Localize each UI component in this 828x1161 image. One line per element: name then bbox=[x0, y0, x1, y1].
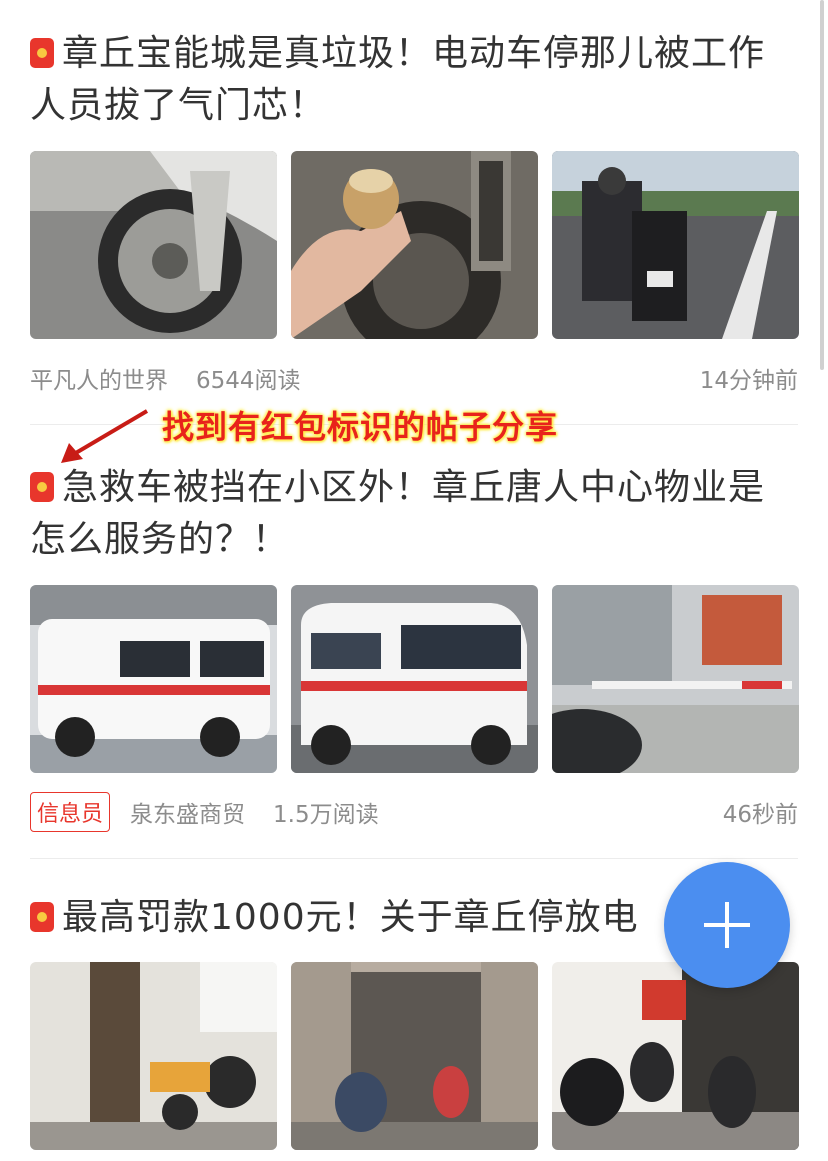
red-packet-icon bbox=[30, 472, 54, 502]
post-image[interactable] bbox=[30, 151, 277, 339]
post-meta: 平凡人的世界 6544阅读 14分钟前 bbox=[30, 358, 798, 398]
post-card-2[interactable]: 急救车被挡在小区外！章丘唐人中心物业是怎么服务的？！ 信息员 泉东盛商贸 1.5… bbox=[30, 462, 799, 842]
red-packet-icon bbox=[30, 38, 54, 68]
read-count: 1.5万阅读 bbox=[273, 802, 379, 828]
post-meta: 信息员 泉东盛商贸 1.5万阅读 46秒前 bbox=[30, 792, 798, 832]
post-image[interactable] bbox=[291, 151, 538, 339]
add-post-button[interactable] bbox=[664, 862, 790, 988]
annotation-text: 找到有红包标识的帖子分享 bbox=[162, 408, 559, 446]
arrow-icon bbox=[61, 409, 149, 463]
post-image[interactable] bbox=[552, 962, 799, 1150]
post-images bbox=[30, 962, 799, 1150]
post-images bbox=[30, 151, 799, 339]
post-image[interactable] bbox=[291, 585, 538, 773]
post-title[interactable]: 章丘宝能城是真垃圾！电动车停那儿被工作人员拔了气门芯！ bbox=[30, 28, 790, 132]
post-time: 46秒前 bbox=[722, 802, 798, 828]
role-badge: 信息员 bbox=[30, 792, 111, 832]
author-name[interactable]: 泉东盛商贸 bbox=[130, 795, 245, 829]
read-count: 6544阅读 bbox=[196, 368, 301, 394]
divider bbox=[30, 858, 798, 859]
post-image[interactable] bbox=[30, 585, 277, 773]
post-image[interactable] bbox=[291, 962, 538, 1150]
post-title[interactable]: 急救车被挡在小区外！章丘唐人中心物业是怎么服务的？！ bbox=[30, 462, 790, 566]
red-packet-icon bbox=[30, 902, 54, 932]
post-image[interactable] bbox=[552, 151, 799, 339]
post-image[interactable] bbox=[30, 962, 277, 1150]
post-card-1[interactable]: 章丘宝能城是真垃圾！电动车停那儿被工作人员拔了气门芯！ 平凡人的世界 6544阅… bbox=[30, 28, 799, 398]
post-image[interactable] bbox=[552, 585, 799, 773]
post-time: 14分钟前 bbox=[699, 368, 798, 394]
post-images bbox=[30, 585, 799, 773]
scrollbar[interactable] bbox=[820, 0, 824, 370]
author-name[interactable]: 平凡人的世界 bbox=[30, 361, 168, 395]
